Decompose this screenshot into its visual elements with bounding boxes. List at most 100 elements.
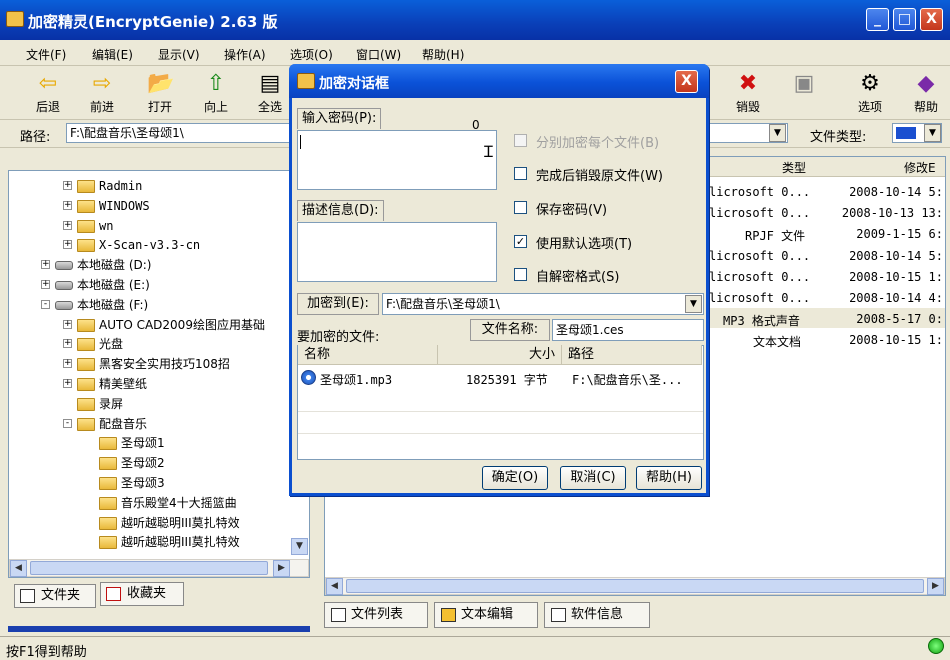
minimize-button[interactable]: _ xyxy=(866,8,889,31)
list-item-date: 2008-10-15 1: xyxy=(849,269,943,284)
expand-icon[interactable]: + xyxy=(41,260,50,270)
menu-view[interactable]: 显示(V) xyxy=(158,46,200,63)
expand-icon[interactable]: + xyxy=(63,200,72,210)
dialog-title-bar[interactable]: 加密对话框 X xyxy=(289,64,709,98)
filename-label: 文件名称: xyxy=(470,319,550,341)
chevron-down-icon[interactable]: ▼ xyxy=(924,124,941,142)
tab-favorites[interactable]: 收藏夹 xyxy=(100,582,184,606)
expand-icon[interactable]: + xyxy=(41,280,50,289)
menu-edit[interactable]: 编辑(E) xyxy=(92,46,133,63)
list-item-type: 文本文档 xyxy=(753,335,802,350)
options-icon: ⚙ xyxy=(860,71,880,96)
close-button[interactable]: X xyxy=(920,8,943,31)
select-all-button[interactable]: ▤ 全选 xyxy=(248,70,292,118)
column-name[interactable]: 名称 xyxy=(298,345,438,365)
chevron-down-icon[interactable]: ▼ xyxy=(769,124,786,142)
list-item-date: 2009-1-15 6: xyxy=(856,227,943,242)
lock-tool-button[interactable]: ▣ xyxy=(782,70,826,118)
column-size[interactable]: 大小 xyxy=(438,345,562,365)
tree-hscroll-thumb[interactable] xyxy=(30,561,268,575)
ok-button[interactable]: 确定(O) xyxy=(482,466,548,490)
maximize-button[interactable]: □ xyxy=(893,8,916,31)
encrypt-to-button[interactable]: 加密到(E): xyxy=(297,293,379,315)
expand-icon[interactable]: + xyxy=(63,220,72,230)
destroy-original-label: 完成后销毁原文件(W) xyxy=(536,169,663,184)
destroy-button[interactable]: ✖ 销毁 xyxy=(726,70,770,118)
window-title-bar[interactable]: 加密精灵(EncryptGenie) 2.63 版 _ □ X xyxy=(0,0,950,40)
list-item-type: licrosoft 0... xyxy=(709,291,811,305)
scroll-right-icon[interactable]: ▶ xyxy=(927,578,944,595)
self-extract-checkbox[interactable] xyxy=(514,268,527,281)
file-name: 圣母颂1.mp3 xyxy=(320,373,393,387)
table-gridline xyxy=(298,433,703,434)
table-row[interactable]: 圣母颂1.mp3 1825391 字节 F:\配盘音乐\圣... xyxy=(298,367,703,389)
folder-icon xyxy=(99,536,117,550)
tree-item-label: 音乐殿堂4十大摇篮曲 xyxy=(121,495,237,510)
up-button[interactable]: ⇧ 向上 xyxy=(194,70,238,118)
tree-hscrollbar[interactable]: ◀ ▶ xyxy=(9,559,309,577)
menu-window[interactable]: 窗口(W) xyxy=(356,46,401,63)
open-button[interactable]: 📂 打开 xyxy=(138,70,182,118)
tree-item-label: 本地磁盘 (E:) xyxy=(77,278,150,292)
column-type[interactable]: 类型 xyxy=(782,158,806,178)
tree-item-label: Radmin xyxy=(99,179,143,193)
list-hscrollbar[interactable]: ◀ ▶ xyxy=(325,577,945,595)
tab-software-info[interactable]: 软件信息 xyxy=(544,602,650,628)
tab-file-list[interactable]: 文件列表 xyxy=(324,602,428,628)
expand-icon[interactable]: + xyxy=(63,181,72,190)
path-input[interactable]: F:\配盘音乐\圣母颂1\ xyxy=(66,123,296,143)
dialog-close-button[interactable]: X xyxy=(675,70,698,93)
use-default-checkbox[interactable]: ✓ xyxy=(514,235,527,248)
dialog-help-button[interactable]: 帮助(H) xyxy=(636,466,702,490)
file-list-tab-icon xyxy=(331,608,346,622)
back-button[interactable]: ⇦ 后退 xyxy=(26,70,70,118)
description-input[interactable] xyxy=(297,222,497,282)
folder-icon xyxy=(99,437,117,451)
help-button[interactable]: ◆ 帮助 xyxy=(904,70,948,118)
expand-icon[interactable]: + xyxy=(63,240,72,250)
tree-item-label: AUTO CAD2009绘图应用基础 xyxy=(99,317,265,332)
menu-options[interactable]: 选项(O) xyxy=(290,46,333,63)
menu-action[interactable]: 操作(A) xyxy=(224,46,266,63)
folder-icon xyxy=(77,417,95,431)
destroy-original-checkbox[interactable] xyxy=(514,167,527,180)
app-lock-icon xyxy=(6,11,24,27)
folder-icon xyxy=(77,397,95,411)
use-default-label: 使用默认选项(T) xyxy=(536,237,633,252)
tree-item-label: 本地磁盘 (F:) xyxy=(77,297,149,312)
tab-text-edit[interactable]: 文本编辑 xyxy=(434,602,538,628)
collapse-icon[interactable]: - xyxy=(63,418,72,428)
scroll-left-icon[interactable]: ◀ xyxy=(10,560,27,577)
forward-button[interactable]: ⇨ 前进 xyxy=(80,70,124,118)
scroll-right-icon[interactable]: ▶ xyxy=(273,560,290,577)
list-hscroll-thumb[interactable] xyxy=(346,579,924,593)
column-path[interactable]: 路径 xyxy=(562,345,702,365)
filename-input[interactable]: 圣母颂1.ces xyxy=(552,319,704,341)
save-password-checkbox[interactable] xyxy=(514,201,527,214)
menu-help[interactable]: 帮助(H) xyxy=(422,46,464,63)
tree-item-label: X-Scan-v3.3-cn xyxy=(99,238,201,253)
folder-tree[interactable]: + Radmin + WINDOWS + wn + X-Scan-v3.3-cn + 本地磁盘 (… xyxy=(8,170,310,578)
tab-folders[interactable]: 文件夹 xyxy=(14,584,96,608)
encrypt-to-input[interactable]: F:\配盘音乐\圣母颂1\ xyxy=(382,293,704,315)
cancel-button[interactable]: 取消(C) xyxy=(560,466,626,490)
arrow-left-icon: ⇦ xyxy=(38,71,58,96)
expand-icon[interactable]: + xyxy=(63,379,72,388)
collapse-icon[interactable]: - xyxy=(41,299,50,309)
scroll-left-icon[interactable]: ◀ xyxy=(326,578,343,595)
menu-file[interactable]: 文件(F) xyxy=(26,46,66,63)
separate-encrypt-label: 分别加密每个文件(B) xyxy=(536,136,660,151)
separate-encrypt-checkbox[interactable] xyxy=(514,134,527,147)
expand-icon[interactable]: + xyxy=(63,339,72,349)
scroll-down-icon[interactable]: ▼ xyxy=(291,538,308,555)
chevron-down-icon[interactable]: ▼ xyxy=(685,295,702,313)
folder-icon xyxy=(77,378,95,391)
password-input[interactable] xyxy=(297,130,497,190)
expand-icon[interactable]: + xyxy=(63,319,72,329)
file-type-label: 文件类型: xyxy=(810,130,867,145)
options-button[interactable]: ⚙ 选项 xyxy=(848,70,892,118)
file-path: F:\配盘音乐\圣... xyxy=(572,373,683,387)
expand-icon[interactable]: + xyxy=(63,359,72,369)
folder-icon xyxy=(77,318,95,332)
column-modified[interactable]: 修改E xyxy=(904,158,936,178)
